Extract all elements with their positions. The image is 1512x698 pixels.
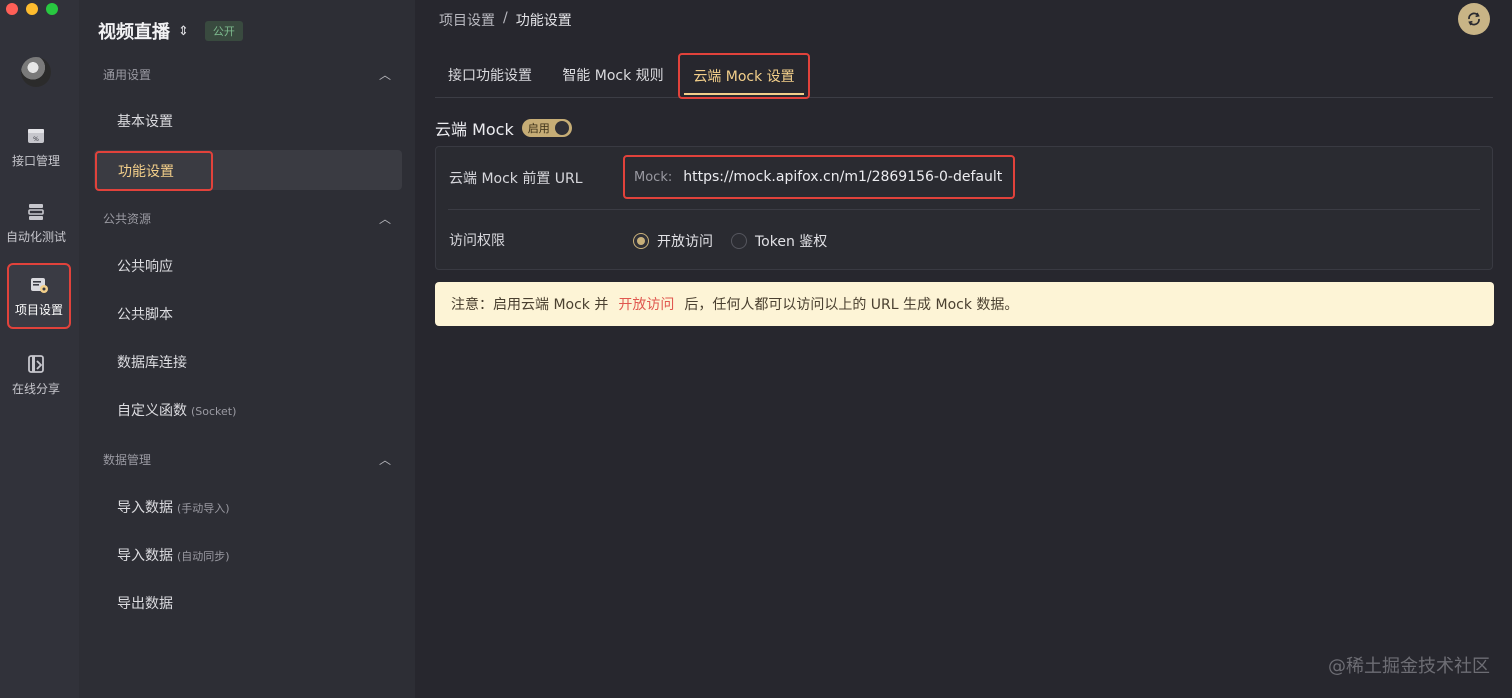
cloud-mock-toggle[interactable]: 启用 (521, 119, 572, 137)
rail-label: 在线分享 (11, 381, 60, 396)
public-badge: 公开 (204, 21, 243, 41)
automation-test-icon (28, 203, 44, 220)
section-title: 云端 Mock (435, 120, 514, 139)
toggle-label: 启用 (527, 122, 550, 135)
access-radio-group: 开放访问 Token 鉴权 (633, 231, 827, 251)
chevron-up-icon[interactable]: ︿ (379, 451, 391, 468)
radio-token-auth[interactable]: Token 鉴权 (731, 231, 827, 251)
breadcrumb-current: 功能设置 (515, 13, 572, 29)
radio-label: Token 鉴权 (755, 234, 828, 250)
close-window-button[interactable] (6, 3, 18, 15)
notice-text-after: 后，任何人都可以访问以上的 URL 生成 Mock 数据。 (684, 297, 1019, 313)
sidebar-item-import-auto[interactable]: 导入数据 (自动同步) (117, 546, 230, 566)
sidebar-item-label: 自定义函数 (117, 403, 187, 419)
radio-label: 开放访问 (657, 234, 713, 250)
radio-unchecked-icon[interactable] (731, 233, 747, 249)
window-controls (6, 3, 58, 15)
sidebar-item-label: 导入数据 (117, 500, 173, 516)
rail-item-automation-test[interactable]: 自动化测试 (0, 190, 72, 256)
notice-banner: 注意：启用云端 Mock 并 开放访问 后，任何人都可以访问以上的 URL 生成… (435, 282, 1494, 326)
project-switcher[interactable]: 视频直播 ⇕ 公开 (98, 18, 243, 44)
divider (448, 209, 1480, 210)
breadcrumb-parent[interactable]: 项目设置 (439, 10, 495, 30)
sidebar-item-feature-settings[interactable]: 功能设置 (95, 151, 213, 191)
radio-checked-icon[interactable] (633, 233, 649, 249)
sidebar-item-sublabel: (自动同步) (177, 550, 230, 563)
sidebar-item-common-script[interactable]: 公共脚本 (117, 305, 173, 325)
sidebar-item-custom-function[interactable]: 自定义函数 (Socket) (117, 401, 236, 421)
main-panel: 项目设置 / 功能设置 接口功能设置 智能 Mock 规则 云端 Mock 设置… (415, 0, 1512, 698)
rail-item-api-management[interactable]: % 接口管理 (0, 114, 72, 180)
project-settings-icon (31, 277, 48, 293)
sidebar-item-sublabel: (Socket) (191, 405, 237, 418)
notice-text-before: 注意：启用云端 Mock 并 (451, 297, 609, 313)
group-general-settings[interactable]: 通用设置 ︿ (103, 64, 391, 84)
sidebar-item-import-manual[interactable]: 导入数据 (手动导入) (117, 498, 230, 518)
sidebar-item-export-data[interactable]: 导出数据 (117, 594, 173, 614)
rail-label: 接口管理 (11, 153, 60, 168)
group-title: 通用设置 (103, 67, 152, 82)
rail-item-project-settings[interactable]: 项目设置 (7, 263, 71, 329)
rail-item-online-share[interactable]: 在线分享 (0, 342, 72, 408)
toggle-knob (554, 121, 569, 135)
rail-label: 项目设置 (14, 302, 63, 317)
access-label: 访问权限 (449, 233, 505, 249)
svg-text:%: % (33, 136, 39, 143)
chevron-up-icon[interactable]: ︿ (379, 66, 391, 83)
cloud-mock-card: 云端 Mock 前置 URL Mock: https://mock.apifox… (435, 146, 1493, 270)
radio-open-access[interactable]: 开放访问 (633, 231, 713, 251)
online-share-icon (28, 354, 44, 373)
cloud-mock-header: 云端 Mock 启用 (435, 116, 572, 140)
sidebar-item-sublabel: (手动导入) (177, 502, 230, 515)
settings-sidebar: 视频直播 ⇕ 公开 通用设置 ︿ 基本设置 功能设置 公共资源 ︿ 公共响应 公… (79, 0, 415, 698)
url-label: 云端 Mock 前置 URL (449, 171, 583, 187)
api-management-icon: % (28, 128, 44, 143)
chevron-up-icon[interactable]: ︿ (379, 210, 391, 227)
mock-url-value[interactable]: https://mock.apifox.cn/m1/2869156-0-defa… (683, 169, 1002, 185)
group-common-resources[interactable]: 公共资源 ︿ (103, 208, 391, 228)
tab-smart-mock-rules[interactable]: 智能 Mock 规则 (553, 52, 673, 98)
group-title: 数据管理 (103, 452, 152, 467)
group-title: 公共资源 (103, 211, 152, 226)
group-data-management[interactable]: 数据管理 ︿ (103, 449, 391, 469)
rail-label: 自动化测试 (5, 229, 66, 244)
icon-rail: % 接口管理 自动化测试 项目设置 在线分享 (0, 0, 79, 698)
tab-api-feature-settings[interactable]: 接口功能设置 (435, 52, 545, 98)
url-prefix: Mock: (634, 169, 673, 185)
mock-url-field[interactable]: Mock: https://mock.apifox.cn/m1/2869156-… (623, 155, 1015, 199)
notice-highlight: 开放访问 (618, 297, 675, 313)
maximize-window-button[interactable] (46, 3, 58, 15)
avatar[interactable] (21, 57, 51, 87)
breadcrumb: 项目设置 / 功能设置 (439, 10, 572, 30)
watermark: @稀土掘金技术社区 (1328, 656, 1490, 677)
tab-cloud-mock-settings[interactable]: 云端 Mock 设置 (678, 53, 810, 99)
sidebar-item-database-connection[interactable]: 数据库连接 (117, 353, 187, 373)
sync-icon (1468, 12, 1480, 26)
breadcrumb-separator: / (503, 10, 508, 26)
sidebar-item-label: 导入数据 (117, 548, 173, 564)
minimize-window-button[interactable] (26, 3, 38, 15)
switch-project-icon[interactable]: ⇕ (178, 25, 189, 38)
sidebar-item-common-response[interactable]: 公共响应 (117, 257, 173, 277)
sync-button[interactable] (1458, 3, 1490, 35)
project-name: 视频直播 (98, 22, 170, 43)
sidebar-item-basic-settings[interactable]: 基本设置 (117, 112, 173, 132)
settings-tabs: 接口功能设置 智能 Mock 规则 云端 Mock 设置 (435, 52, 1493, 99)
